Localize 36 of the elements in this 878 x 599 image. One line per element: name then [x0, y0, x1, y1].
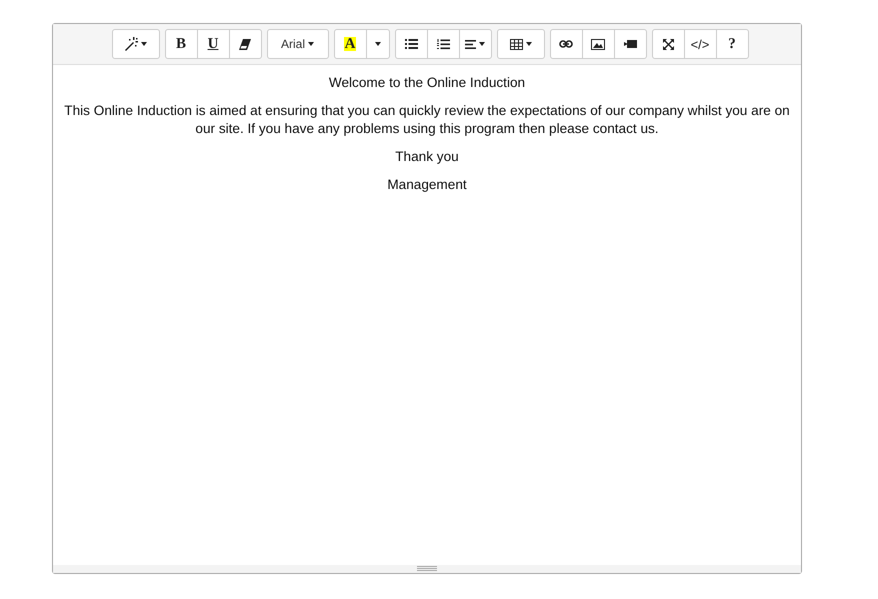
bulleted-list-icon [404, 39, 418, 49]
toolbar-button[interactable]: </> [684, 29, 716, 59]
toolbar-button[interactable] [394, 29, 428, 59]
toolbar-button[interactable] [614, 29, 646, 59]
caret-icon [374, 42, 380, 46]
link-icon [559, 40, 573, 48]
numbered-list-icon [436, 38, 450, 50]
eraser-icon [239, 38, 251, 50]
caret-icon [308, 42, 314, 46]
paragraph: This Online Induction is aimed at ensuring that you can quickly review the expectations of our company whilst you are on our site. If you have any problems using this program then please contact us. [63, 102, 791, 138]
image-icon [591, 38, 605, 50]
toolbar-button[interactable]: B [164, 29, 198, 59]
toolbar-button[interactable] [112, 29, 160, 59]
caret-icon [526, 42, 532, 46]
toolbar-button[interactable] [652, 29, 684, 59]
toolbar-button[interactable] [582, 29, 614, 59]
toolbar-button[interactable] [228, 29, 262, 59]
table-icon [510, 38, 522, 50]
align-icon [465, 40, 476, 48]
caret-icon [141, 42, 147, 46]
toolbar-button[interactable]: U [196, 29, 230, 59]
toolbar-button[interactable]: A [334, 29, 366, 59]
fullscreen-icon [662, 38, 674, 50]
caret-icon [479, 42, 485, 46]
font-dropdown[interactable]: Arial [266, 29, 328, 59]
paragraph: Thank you [394, 148, 460, 166]
video-camera-icon [624, 40, 636, 48]
toolbar-button[interactable] [426, 29, 460, 59]
toolbar-button[interactable] [458, 29, 492, 59]
magic-wand-icon [124, 37, 138, 51]
paragraph: Management [386, 176, 468, 194]
paragraph: Welcome to the Online Induction [328, 74, 526, 92]
toolbar-button[interactable] [550, 29, 582, 59]
color-dropdown-button[interactable] [366, 29, 390, 59]
toolbar-button[interactable] [496, 29, 544, 59]
toolbar-button[interactable]: ? [716, 29, 748, 59]
